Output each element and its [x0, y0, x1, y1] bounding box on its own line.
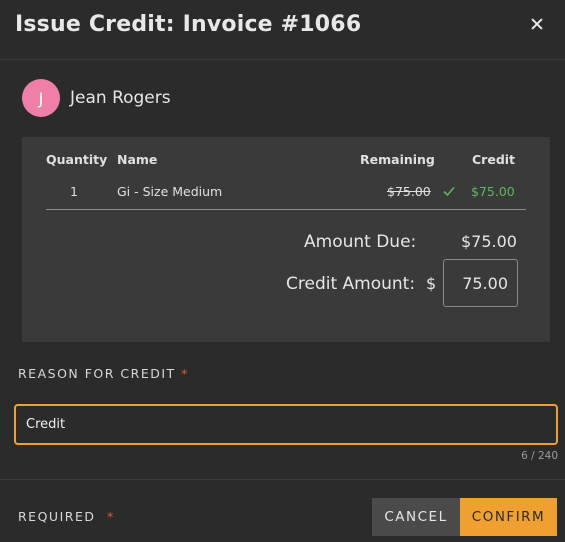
required-note-text: REQUIRED	[18, 509, 96, 524]
required-marker: *	[106, 509, 115, 524]
column-header-name: Name	[117, 152, 158, 167]
column-header-credit: Credit	[472, 152, 516, 167]
credit-panel: Quantity Name Remaining Credit 1 Gi - Si…	[22, 137, 550, 342]
dialog-header: Issue Credit: Invoice #1066	[0, 0, 565, 60]
credit-amount-input[interactable]	[443, 259, 518, 307]
reason-input[interactable]	[14, 404, 558, 445]
amount-due-label: Amount Due:	[304, 232, 417, 252]
reason-label: REASON FOR CREDIT *	[18, 366, 189, 381]
dialog-title: Issue Credit: Invoice #1066	[15, 12, 362, 37]
column-header-quantity: Quantity	[46, 152, 108, 167]
dialog-footer: REQUIRED * CANCEL CONFIRM	[0, 479, 565, 542]
currency-symbol: $	[426, 274, 437, 293]
required-note: REQUIRED *	[18, 509, 115, 524]
required-marker: *	[181, 366, 189, 381]
confirm-button[interactable]: CONFIRM	[460, 498, 557, 536]
row-remaining: $75.00	[387, 184, 431, 199]
column-header-remaining: Remaining	[360, 152, 435, 167]
check-icon	[443, 186, 455, 197]
row-credit: $75.00	[471, 184, 515, 199]
cancel-button[interactable]: CANCEL	[372, 498, 460, 536]
amount-due-value: $75.00	[461, 232, 517, 251]
customer-name: Jean Rogers	[70, 88, 171, 108]
reason-label-text: REASON FOR CREDIT	[18, 366, 176, 381]
row-quantity: 1	[70, 184, 78, 199]
row-item-name: Gi - Size Medium	[117, 184, 223, 199]
table-divider	[46, 209, 526, 210]
customer-info: J Jean Rogers	[22, 79, 171, 117]
avatar: J	[22, 79, 60, 117]
character-counter: 6 / 240	[521, 450, 558, 462]
close-icon[interactable]	[527, 14, 547, 34]
credit-amount-label: Credit Amount:	[286, 274, 416, 294]
